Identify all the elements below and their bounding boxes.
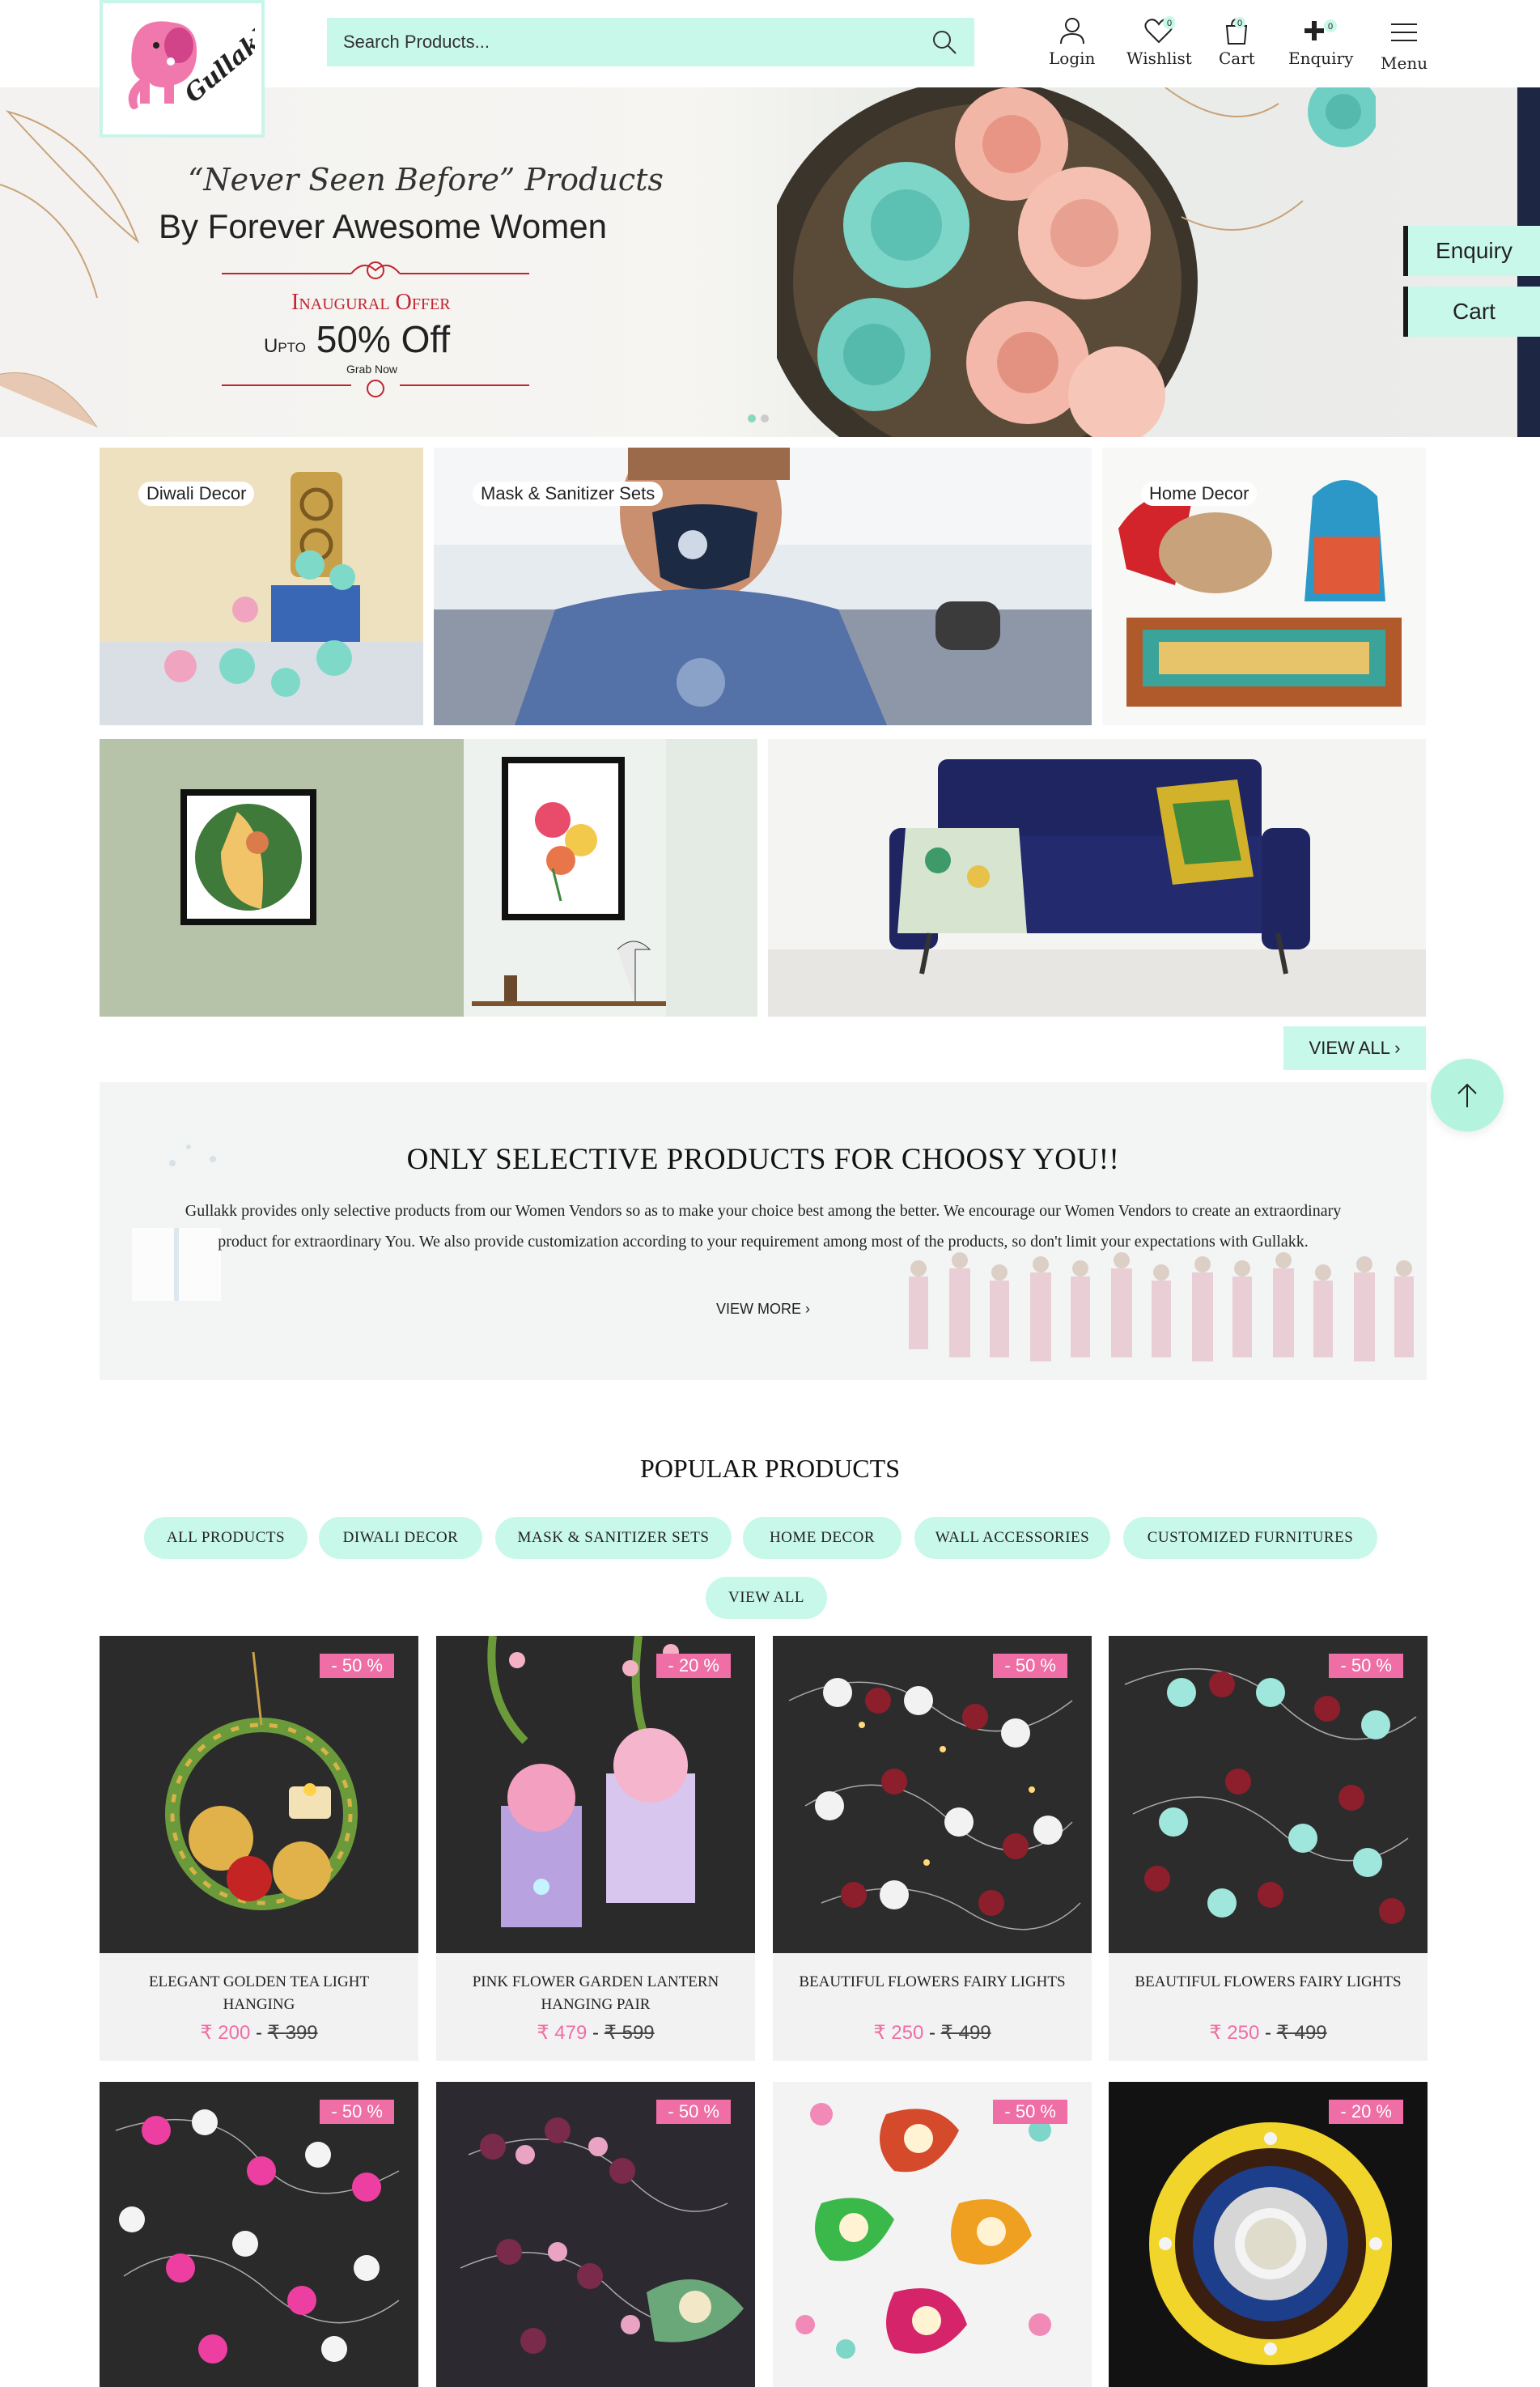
product-card[interactable]: - 20 % PINK FLOWER GARDEN LANTERN HANGIN…	[436, 1636, 755, 2061]
filter-all-products[interactable]: ALL PRODUCTS	[144, 1517, 308, 1559]
pink-flower-fairy-lights-image	[100, 2082, 418, 2387]
discount-badge: - 20 %	[656, 1654, 731, 1678]
discount-badge: - 50 %	[993, 2100, 1067, 2124]
product-name[interactable]: ELEGANT GOLDEN TEA LIGHT HANGING	[100, 1953, 418, 2021]
discount-badge: - 50 %	[320, 1654, 394, 1678]
heart-icon: 0	[1144, 16, 1176, 44]
product-card[interactable]: - 50 %	[100, 2082, 418, 2387]
product-image[interactable]: - 50 %	[100, 2082, 418, 2387]
about-title: ONLY SELECTIVE PRODUCTS FOR CHOOSY YOU!!	[406, 1143, 1120, 1176]
category-label: Mask & Sanitizer Sets	[473, 482, 664, 506]
wall-art-image	[100, 739, 757, 1017]
side-enquiry-button[interactable]: Enquiry	[1403, 226, 1540, 276]
product-card[interactable]: - 20 %	[1109, 2082, 1428, 2387]
product-image[interactable]: - 50 %	[1109, 1636, 1428, 1953]
category-tile-diwali-decor[interactable]: Diwali Decor	[100, 448, 423, 725]
category-tile-home-decor[interactable]: Home Decor	[1102, 448, 1426, 725]
category-tile-customized-furnitures[interactable]	[768, 739, 1426, 1017]
pink-flower-lantern-image	[436, 1636, 755, 1953]
product-image[interactable]: - 50 %	[100, 1636, 418, 1953]
nav-menu[interactable]: Menu	[1381, 18, 1428, 73]
hamburger-icon	[1391, 23, 1418, 41]
product-card[interactable]: - 50 %	[436, 2082, 755, 2387]
product-price: ₹ 200 - ₹ 399	[200, 2022, 318, 2044]
product-name[interactable]: PINK FLOWER GARDEN LANTERN HANGING PAIR	[436, 1953, 755, 2021]
product-name[interactable]: BEAUTIFUL FLOWERS FAIRY LIGHTS	[773, 1953, 1092, 2021]
elephant-logo-icon: Gullakk	[109, 8, 255, 130]
about-description: Gullakk provides only selective products…	[185, 1202, 1342, 1251]
svg-text:0: 0	[1237, 19, 1242, 28]
product-image[interactable]: - 50 %	[773, 2082, 1092, 2387]
arrow-up-icon	[1457, 1083, 1477, 1107]
filter-mask-sanitizer-sets[interactable]: MASK & SANITIZER SETS	[495, 1517, 732, 1559]
view-more-link[interactable]: VIEW MORE ›	[100, 1301, 1427, 1318]
filter-wall-accessories[interactable]: WALL ACCESSORIES	[914, 1517, 1110, 1559]
search-bar[interactable]: Search Products...	[327, 18, 974, 66]
nav-cart[interactable]: 0 Cart	[1219, 15, 1255, 68]
golden-tea-light-hanging-image	[100, 1636, 418, 1953]
ornament-bottom-icon	[222, 380, 529, 397]
flower-fairy-lights-white-image	[773, 1636, 1092, 1953]
side-cart-button[interactable]: Cart	[1403, 287, 1540, 337]
category-tile-wall-accessories[interactable]	[100, 739, 757, 1017]
decorative-diya-plate-image	[1109, 2082, 1428, 2387]
popular-products-title: POPULAR PRODUCTS	[640, 1454, 900, 1483]
product-image[interactable]: - 20 %	[436, 1636, 755, 1953]
user-icon	[1059, 18, 1084, 45]
product-image[interactable]: - 20 %	[1109, 2082, 1428, 2387]
discount-badge: - 20 %	[1329, 2100, 1403, 2124]
product-price: ₹ 479 - ₹ 599	[537, 2022, 655, 2044]
filter-home-decor[interactable]: HOME DECOR	[743, 1517, 902, 1559]
svg-text:0: 0	[1328, 22, 1333, 32]
scroll-to-top-button[interactable]	[1431, 1059, 1504, 1132]
offer-title: Inaugural Offer	[291, 290, 451, 315]
discount-badge: - 50 %	[1329, 1654, 1403, 1678]
nav-wishlist[interactable]: 0 Wishlist	[1126, 15, 1192, 68]
ornament-top-icon	[222, 261, 529, 279]
bag-icon: 0	[1226, 17, 1248, 45]
nav-enquiry[interactable]: 0 Enquiry	[1288, 15, 1353, 68]
hero-headline: By Forever Awesome Women	[159, 207, 607, 245]
discount-badge: - 50 %	[320, 2100, 394, 2124]
site-header: Gullakk Search Products... Login 0 Wishl…	[0, 0, 1540, 138]
search-icon[interactable]	[931, 28, 958, 56]
offer-block[interactable]: Inaugural Offer Upto 50% Off Grab Now	[214, 249, 537, 403]
category-label: Diwali Decor	[138, 482, 255, 506]
discount-badge: - 50 %	[993, 1654, 1067, 1678]
flower-fairy-lights-teal-image	[1109, 1636, 1428, 1953]
flower-bouquet-image	[777, 87, 1376, 437]
product-name[interactable]: BEAUTIFUL FLOWERS FAIRY LIGHTS	[1109, 1953, 1428, 2021]
hero-banner[interactable]: “Never Seen Before” Products By Forever …	[0, 87, 1540, 437]
svg-text:0: 0	[1167, 19, 1172, 28]
carousel-dots[interactable]	[748, 414, 769, 423]
discount-badge: - 50 %	[656, 2100, 731, 2124]
maroon-flower-lights-image	[436, 2082, 755, 2387]
category-tile-mask-sanitizer[interactable]: Mask & Sanitizer Sets	[434, 448, 1092, 725]
plus-icon: 0	[1305, 19, 1338, 40]
product-image[interactable]: - 50 %	[773, 1636, 1092, 1953]
categories-view-all-button[interactable]: VIEW ALL ›	[1283, 1026, 1426, 1070]
hero-tagline: “Never Seen Before” Products	[188, 162, 664, 198]
product-card[interactable]: - 50 %	[773, 2082, 1092, 2387]
search-input[interactable]: Search Products...	[343, 32, 931, 53]
category-label: Home Decor	[1141, 482, 1258, 506]
product-price: ₹ 250 - ₹ 499	[873, 2022, 991, 2044]
grab-now-link[interactable]: Grab Now	[346, 363, 397, 376]
product-card[interactable]: - 50 % BEAUTIFUL FLOWERS FAIRY LIGHTS ₹ …	[773, 1636, 1092, 2061]
products-view-all-button[interactable]: VIEW ALL	[706, 1577, 827, 1619]
filter-customized-furnitures[interactable]: CUSTOMIZED FURNITURES	[1123, 1517, 1377, 1559]
filter-diwali-decor[interactable]: DIWALI DECOR	[319, 1517, 482, 1559]
sofa-image	[768, 739, 1426, 1017]
about-section: ONLY SELECTIVE PRODUCTS FOR CHOOSY YOU!!…	[100, 1082, 1427, 1380]
product-card[interactable]: - 50 % ELEGANT GOLDEN TEA LIGHT HANGING …	[100, 1636, 418, 2061]
product-image[interactable]: - 50 %	[436, 2082, 755, 2387]
offer-amount: Upto 50% Off	[264, 318, 451, 360]
site-logo[interactable]: Gullakk	[100, 0, 265, 138]
product-price: ₹ 250 - ₹ 499	[1209, 2022, 1327, 2044]
product-card[interactable]: - 50 % BEAUTIFUL FLOWERS FAIRY LIGHTS ₹ …	[1109, 1636, 1428, 2061]
nav-login[interactable]: Login	[1049, 15, 1095, 68]
leaf-diya-set-image	[773, 2082, 1092, 2387]
